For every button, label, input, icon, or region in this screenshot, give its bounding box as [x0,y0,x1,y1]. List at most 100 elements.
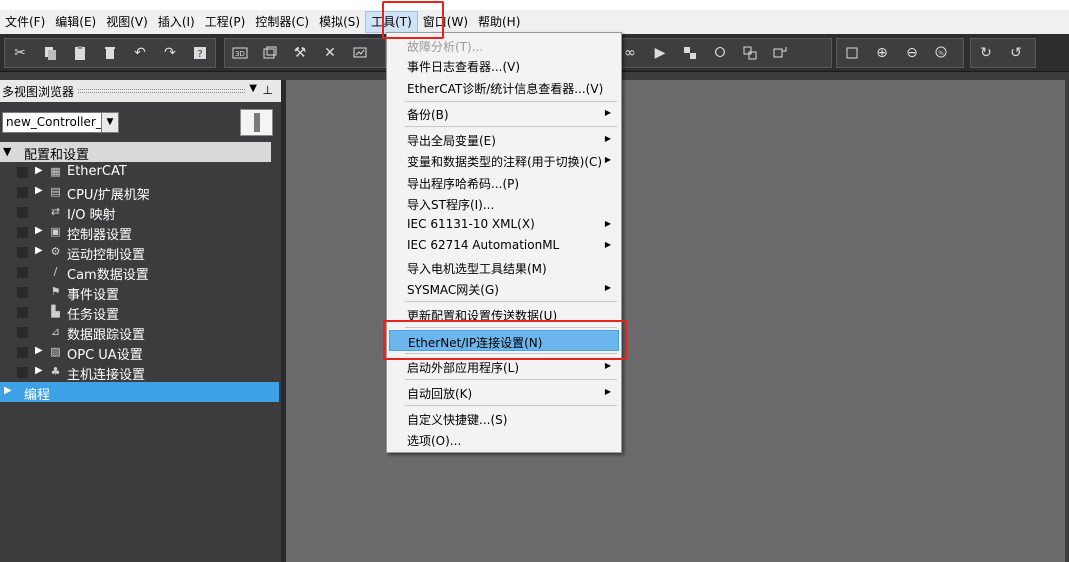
zoom-out-icon[interactable]: ⊖ [897,39,927,67]
multiview-explorer: 多视图浏览器 ▼ ⊥ new_Controller_0 ▼ ▼ 配置和设置 ▶ … [0,80,281,562]
flag-icon: ⚑ [50,285,61,298]
menu-item-export-hash[interactable]: 导出程序哈希码...(P) [389,172,619,193]
menu-item-event-log-viewer[interactable]: 事件日志查看器...(V) [389,55,619,76]
menu-insert[interactable]: 插入(I) [153,11,200,33]
tree-item-opcua-settings[interactable]: ▶ ▨ OPC UA设置 [0,342,271,363]
panel-dropdown-icon[interactable]: ▼ [249,83,257,94]
menu-item-import-motor[interactable]: 导入电机选型工具结果(M) [389,257,619,278]
menu-project[interactable]: 工程(P) [200,11,251,33]
menu-item-ethercat-diagnostics[interactable]: EtherCAT诊断/统计信息查看器...(V) [389,77,619,98]
expand-icon[interactable]: ▶ [4,385,12,396]
help-icon[interactable]: ? [185,39,215,67]
menu-controller[interactable]: 控制器(C) [250,11,314,33]
menu-view[interactable]: 视图(V) [101,11,153,33]
controller-select[interactable]: new_Controller_0 ▼ [2,112,119,133]
pin-icon[interactable]: ⊥ [263,83,273,97]
menu-item-fault-analysis[interactable]: 故障分析(T)... [389,35,619,56]
zoom-in-icon[interactable]: ⊕ [867,39,897,67]
tree-checkbox[interactable] [17,207,28,218]
menu-item-label: 自定义快捷键...(S) [407,413,508,427]
collapse-icon[interactable]: ▼ [3,145,11,158]
menu-item-custom-shortcuts[interactable]: 自定义快捷键...(S) [389,408,619,429]
monitor-icon[interactable] [345,39,375,67]
menu-item-var-comments[interactable]: 变量和数据类型的注释(用于切换)(C) ▶ [389,150,619,171]
right-edge [1065,80,1069,562]
restore-icon[interactable]: ↺ [1001,39,1031,67]
menu-item-label: 变量和数据类型的注释(用于切换)(C) [407,155,603,169]
tree-item-data-trace-settings[interactable]: ⊿ 数据跟踪设置 [0,322,271,343]
fit-icon[interactable] [837,39,867,67]
tree-config-root[interactable]: ▼ 配置和设置 [0,142,271,163]
expand-icon[interactable]: ▶ [35,245,43,256]
menu-item-ethernetip-settings[interactable]: EtherNet/IP连接设置(N) [389,330,619,351]
menu-item-launch-external[interactable]: 启动外部应用程序(L) ▶ [389,356,619,377]
menu-item-export-global-vars[interactable]: 导出全局变量(E) ▶ [389,129,619,150]
menu-item-backup[interactable]: 备份(B) ▶ [389,103,619,124]
menu-edit[interactable]: 编辑(E) [50,11,101,33]
menu-item-auto-playback[interactable]: 自动回放(K) ▶ [389,382,619,403]
expand-icon[interactable]: ▶ [35,365,43,376]
refresh-icon[interactable]: ↻ [971,39,1001,67]
compare-icon[interactable] [735,39,765,67]
tree-checkbox[interactable] [17,307,28,318]
tree-item-host-connection[interactable]: ▶ ♣ 主机连接设置 [0,362,271,383]
tree-item-motion-settings[interactable]: ▶ ⚙ 运动控制设置 [0,242,271,263]
expand-icon[interactable]: ▶ [35,165,43,176]
menu-tools[interactable]: 工具(T) [365,11,418,33]
check-icon[interactable]: ✕ [315,39,345,67]
controller-status-icon[interactable] [240,109,273,136]
tree-programming[interactable]: ▶ 编程 [0,382,279,403]
menu-help[interactable]: 帮助(H) [473,11,525,33]
tree-checkbox[interactable] [17,187,28,198]
3d-view-icon[interactable]: 3D [225,39,255,67]
build-icon[interactable]: ⚒ [285,39,315,67]
cpu-rack-icon: ▤ [50,185,61,198]
menu-item-iec-xml[interactable]: IEC 61131-10 XML(X) ▶ [389,214,619,235]
menu-item-update-config[interactable]: 更新配置和设置传送数据(U) [389,304,619,325]
cut-icon[interactable]: ✂ [5,39,35,67]
delete-icon[interactable] [95,39,125,67]
undo-icon[interactable]: ↶ [125,39,155,67]
menu-item-sysmac-gateway[interactable]: SYSMAC网关(G) ▶ [389,278,619,299]
submenu-arrow-icon: ▶ [604,240,611,249]
copy-icon[interactable] [35,39,65,67]
tree-item-io-map[interactable]: ⇄ I/O 映射 [0,202,271,223]
redo-icon[interactable]: ↷ [155,39,185,67]
window-icon[interactable] [255,39,285,67]
tree-checkbox[interactable] [17,287,28,298]
transfer-icon[interactable] [675,39,705,67]
zoom-percent-icon[interactable]: % [927,39,957,67]
expand-icon[interactable]: ▶ [35,345,43,356]
menu-item-iec-automationml[interactable]: IEC 62714 AutomationML ▶ [389,235,619,256]
tree-item-task-settings[interactable]: ▙ 任务设置 [0,302,271,323]
tree-item-event-settings[interactable]: ⚑ 事件设置 [0,282,271,303]
menu-simulation[interactable]: 模拟(S) [314,11,365,33]
submenu-arrow-icon: ▶ [604,387,611,396]
expand-icon[interactable]: ▶ [35,225,43,236]
chevron-down-icon[interactable]: ▼ [101,113,118,132]
tree-checkbox[interactable] [17,247,28,258]
tree-item-ethercat[interactable]: ▶ ▦ EtherCAT [0,162,271,182]
menu-item-options[interactable]: 选项(O)... [389,429,619,450]
tree-item-label: CPU/扩展机架 [67,188,150,203]
tree-checkbox[interactable] [17,347,28,358]
tree-checkbox[interactable] [17,167,28,178]
sync-icon[interactable] [765,39,795,67]
tree-checkbox[interactable] [17,267,28,278]
run-icon[interactable]: ▶ [645,39,675,67]
chart-icon: ⊿ [50,325,61,338]
svg-text:?: ? [197,49,202,60]
tree-item-controller-settings[interactable]: ▶ ▣ 控制器设置 [0,222,271,243]
menu-separator [405,405,617,406]
tree-checkbox[interactable] [17,327,28,338]
menu-window[interactable]: 窗口(W) [418,11,473,33]
tree-checkbox[interactable] [17,367,28,378]
tree-item-cpu-rack[interactable]: ▶ ▤ CPU/扩展机架 [0,182,271,203]
tree-checkbox[interactable] [17,227,28,238]
stop-icon[interactable]: ⭘ [705,39,735,67]
menu-item-import-st[interactable]: 导入ST程序(I)... [389,193,619,214]
expand-icon[interactable]: ▶ [35,185,43,196]
menu-file[interactable]: 文件(F) [0,11,50,33]
paste-icon[interactable] [65,39,95,67]
tree-item-cam-settings[interactable]: ∕ Cam数据设置 [0,262,271,283]
